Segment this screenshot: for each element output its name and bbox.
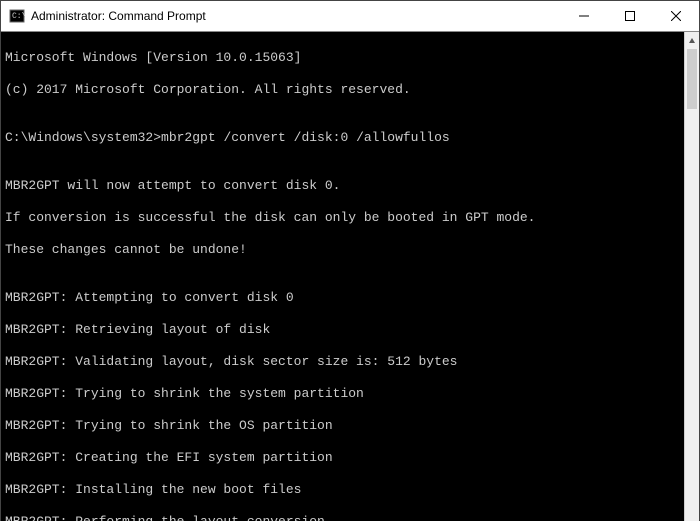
titlebar[interactable]: C:\ Administrator: Command Prompt <box>1 1 699 31</box>
window-title: Administrator: Command Prompt <box>31 9 206 23</box>
console-area: Microsoft Windows [Version 10.0.15063] (… <box>1 31 699 521</box>
output-line: MBR2GPT: Creating the EFI system partiti… <box>5 450 684 466</box>
minimize-button[interactable] <box>561 1 607 31</box>
output-line: If conversion is successful the disk can… <box>5 210 684 226</box>
output-line: MBR2GPT: Installing the new boot files <box>5 482 684 498</box>
output-line: MBR2GPT: Trying to shrink the system par… <box>5 386 684 402</box>
output-line: MBR2GPT: Trying to shrink the OS partiti… <box>5 418 684 434</box>
maximize-button[interactable] <box>607 1 653 31</box>
output-line: MBR2GPT: Performing the layout conversio… <box>5 514 684 521</box>
prompt-path: C:\Windows\system32> <box>5 130 161 145</box>
window: C:\ Administrator: Command Prompt Micros… <box>0 0 700 521</box>
output-line: MBR2GPT: Retrieving layout of disk <box>5 322 684 338</box>
cmd-icon: C:\ <box>9 8 25 24</box>
command-text: mbr2gpt /convert /disk:0 /allowfullos <box>161 130 450 145</box>
output-line: (c) 2017 Microsoft Corporation. All righ… <box>5 82 684 98</box>
scroll-thumb[interactable] <box>687 49 697 109</box>
scroll-up-button[interactable] <box>685 32 699 49</box>
output-line: MBR2GPT: Attempting to convert disk 0 <box>5 290 684 306</box>
output-line: MBR2GPT will now attempt to convert disk… <box>5 178 684 194</box>
output-line: MBR2GPT: Validating layout, disk sector … <box>5 354 684 370</box>
close-button[interactable] <box>653 1 699 31</box>
scroll-track[interactable] <box>685 49 699 521</box>
svg-text:C:\: C:\ <box>12 12 25 21</box>
command-line: C:\Windows\system32>mbr2gpt /convert /di… <box>5 130 684 146</box>
output-line: Microsoft Windows [Version 10.0.15063] <box>5 50 684 66</box>
console-output[interactable]: Microsoft Windows [Version 10.0.15063] (… <box>1 32 684 521</box>
vertical-scrollbar[interactable] <box>684 32 699 521</box>
output-line: These changes cannot be undone! <box>5 242 684 258</box>
